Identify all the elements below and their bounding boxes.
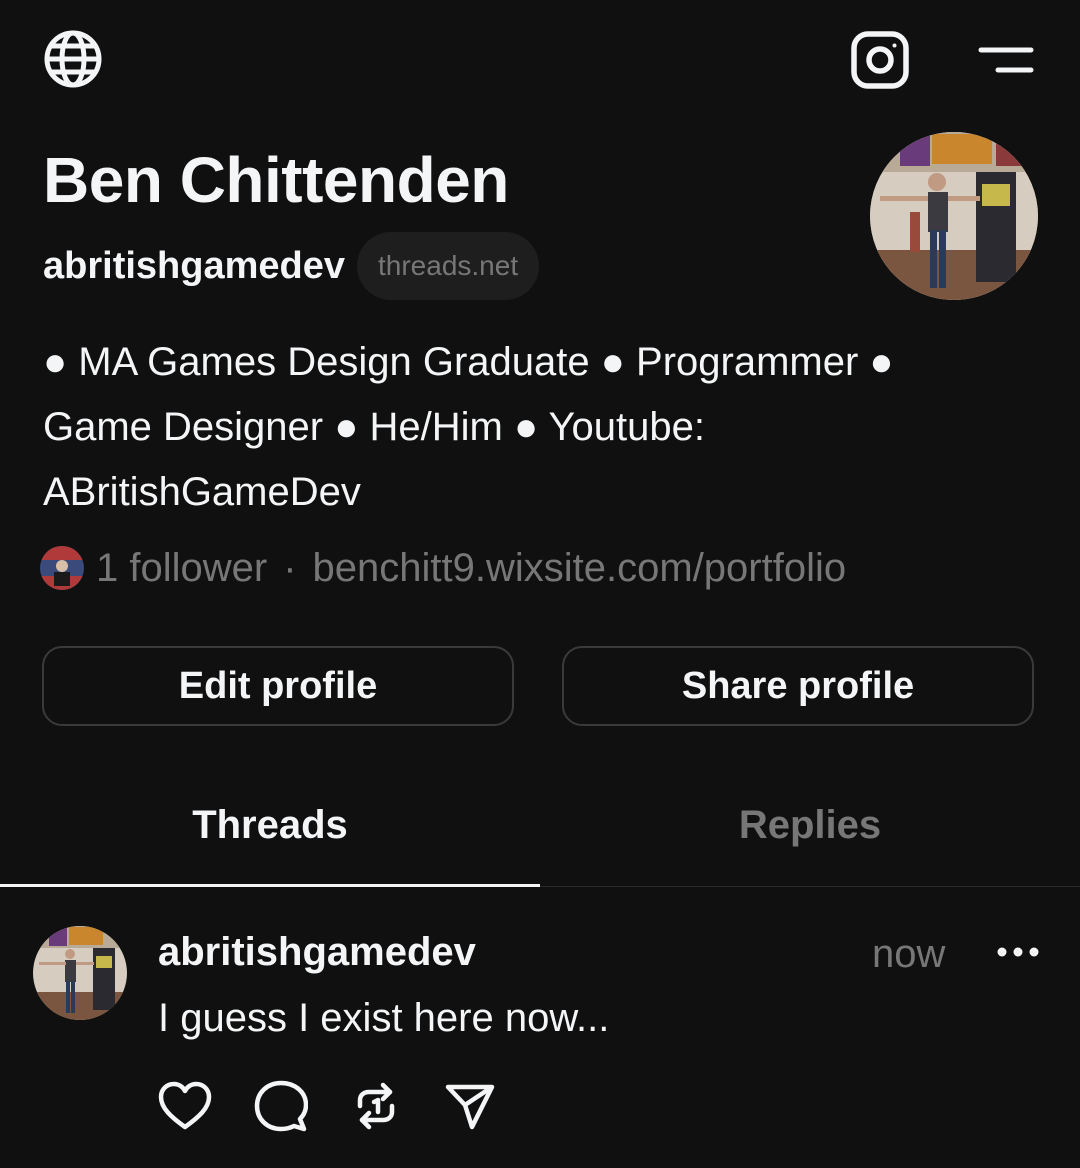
profile-bio: ● MA Games Design Graduate ● Programmer … — [43, 340, 894, 514]
followers-row: 1 follower · benchitt9.wixsite.com/portf… — [40, 540, 846, 596]
tab-threads[interactable]: Threads — [0, 766, 540, 884]
profile-avatar[interactable] — [870, 132, 1038, 300]
profile-tabs: Threads Replies — [0, 766, 1080, 888]
post-avatar[interactable] — [33, 926, 127, 1020]
handle-row: abritishgamedev threads.net — [43, 232, 540, 300]
more-options-icon[interactable] — [990, 932, 1046, 972]
edit-profile-button[interactable]: Edit profile — [42, 646, 514, 726]
globe-icon[interactable] — [40, 26, 106, 92]
profile-username: abritishgamedev — [43, 245, 345, 287]
instagram-icon[interactable] — [848, 28, 912, 92]
post-text: I guess I exist here now... — [158, 996, 610, 1040]
repost-icon[interactable] — [344, 1074, 408, 1138]
comment-icon[interactable] — [249, 1074, 313, 1138]
post-username[interactable]: abritishgamedev — [158, 924, 476, 980]
active-tab-indicator — [0, 884, 540, 887]
profile-link[interactable]: benchitt9.wixsite.com/portfolio — [313, 546, 847, 591]
tab-replies[interactable]: Replies — [540, 766, 1080, 884]
menu-icon[interactable] — [974, 36, 1038, 84]
meta-separator: · — [283, 545, 297, 590]
heart-icon[interactable] — [153, 1074, 217, 1138]
profile-name: Ben Chittenden — [43, 144, 509, 216]
send-icon[interactable] — [438, 1074, 502, 1138]
domain-badge[interactable]: threads.net — [357, 232, 540, 300]
top-bar — [0, 0, 1080, 120]
share-profile-button[interactable]: Share profile — [562, 646, 1034, 726]
post-timestamp: now — [872, 932, 946, 976]
follower-avatar[interactable] — [40, 546, 84, 590]
followers-count[interactable]: 1 follower — [96, 546, 267, 591]
profile-page: Ben Chittenden abritishgamedev threads.n… — [0, 0, 1080, 1168]
